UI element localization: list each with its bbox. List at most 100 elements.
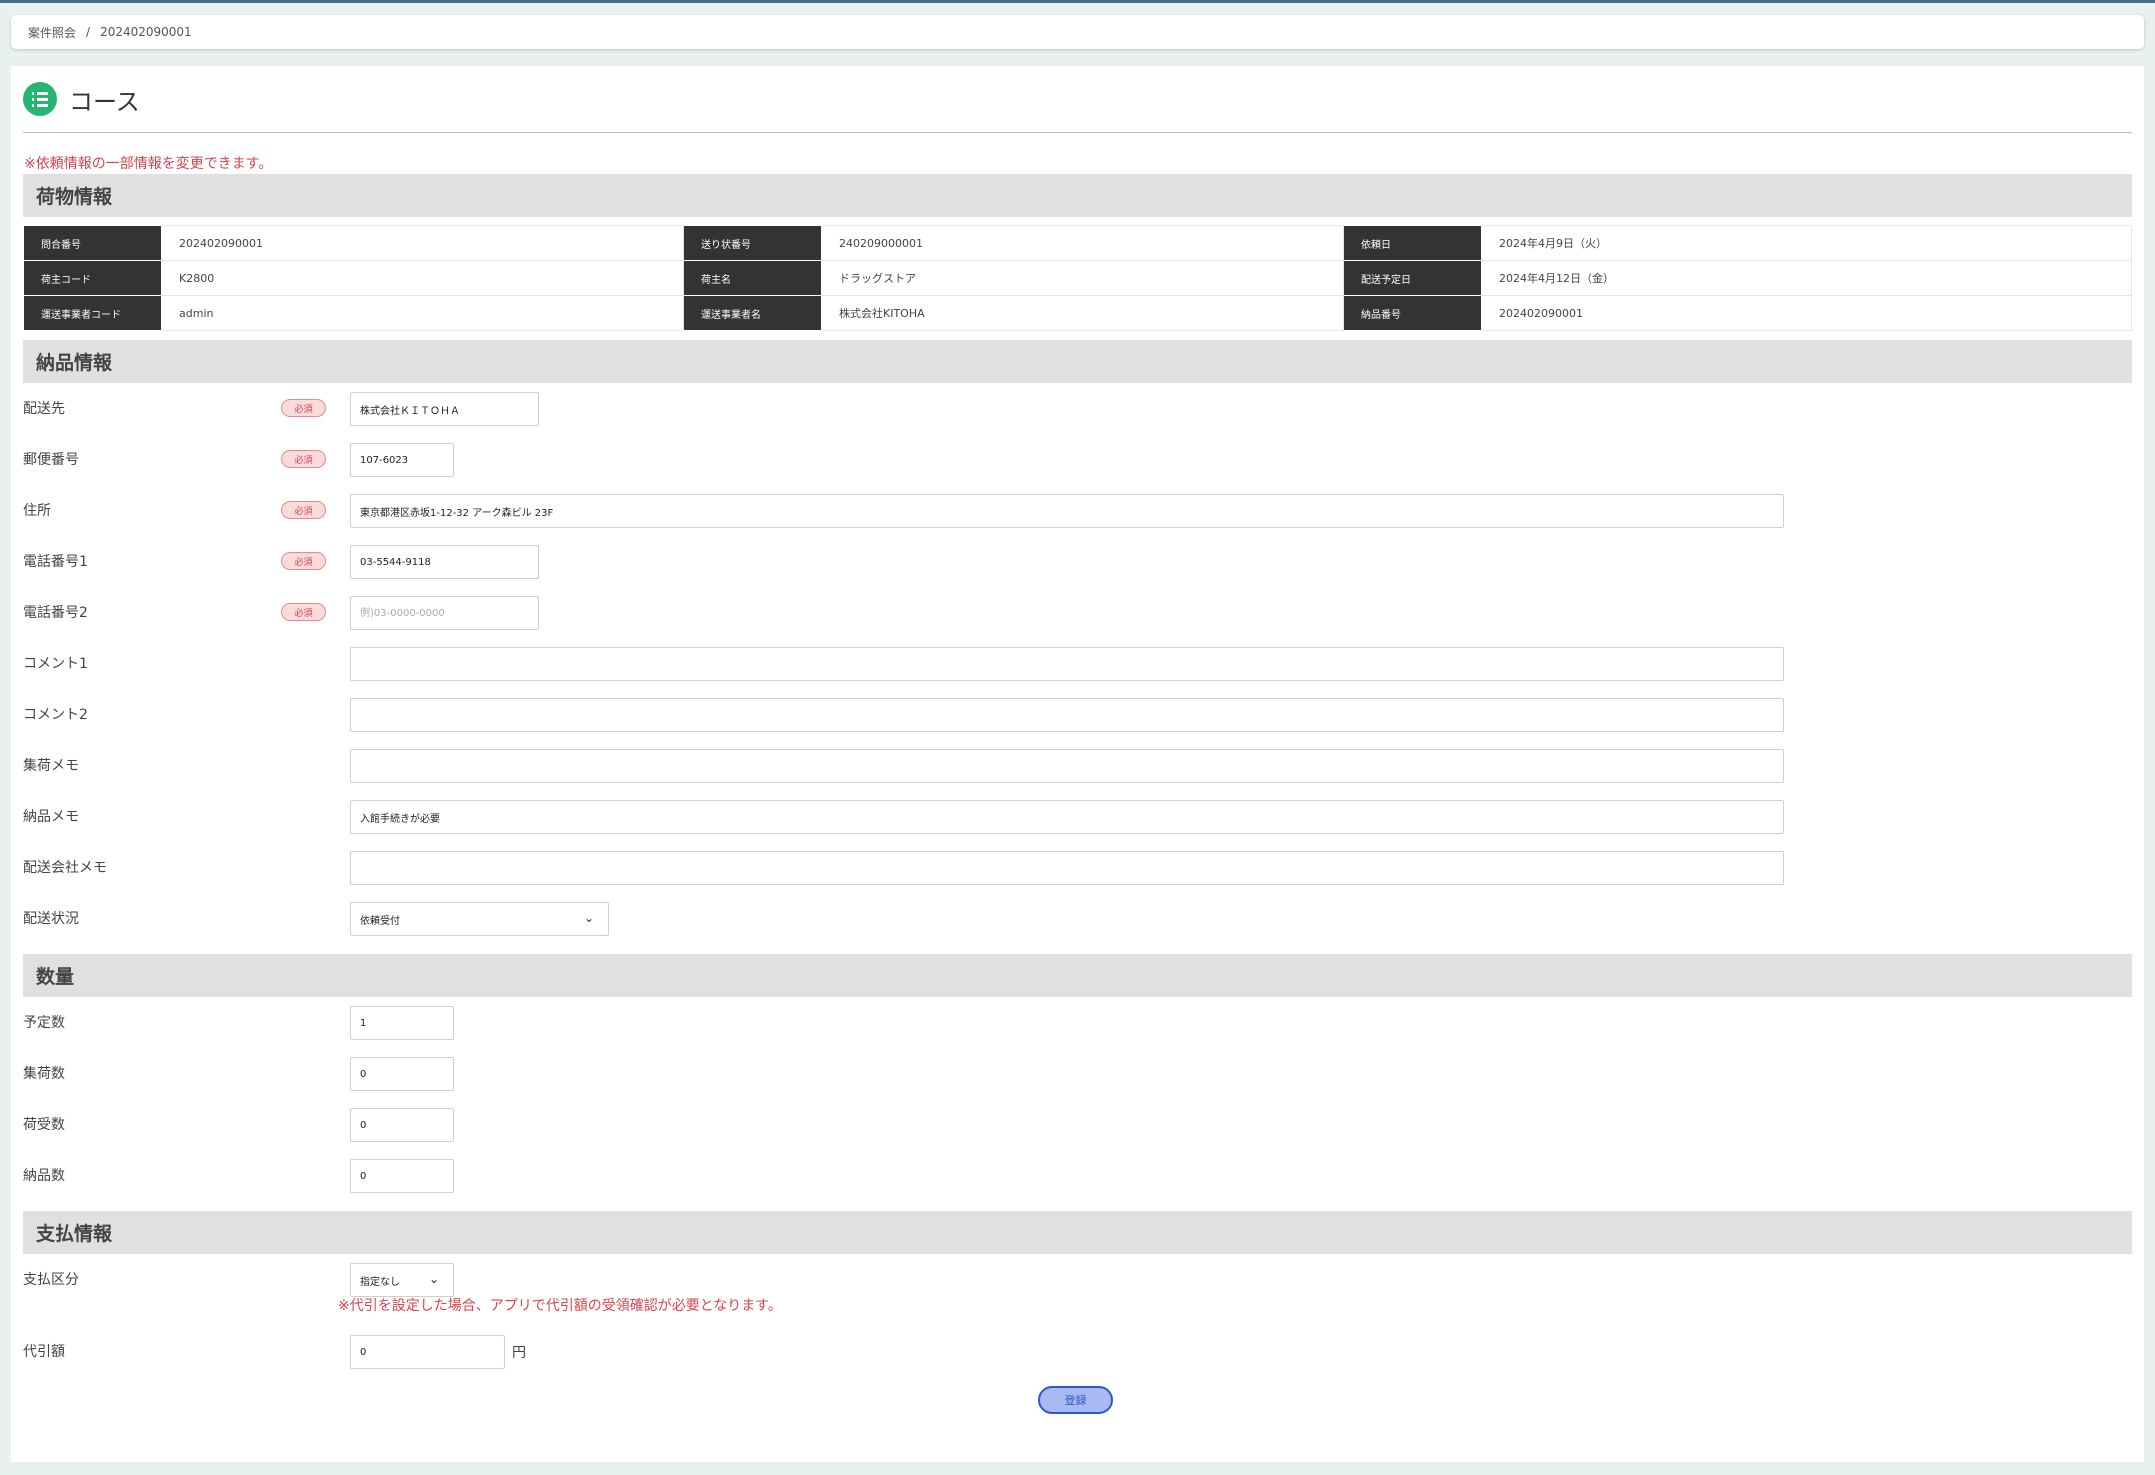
destination-input[interactable] — [350, 392, 539, 426]
cargo-info-table: 問合番号 202402090001 送り状番号 240209000001 依頼日… — [23, 225, 2132, 331]
pickup-memo-input[interactable] — [350, 749, 1784, 783]
field-label: 電話番号2 — [23, 605, 88, 621]
field-label: 配送先 — [23, 401, 65, 417]
list-icon — [23, 82, 57, 116]
edit-notice: ※依頼情報の一部情報を変更できます。 — [24, 156, 273, 172]
info-label: 配送予定日 — [1343, 260, 1482, 296]
table-row: 運送事業者コード admin 運送事業者名 株式会社KITOHA 納品番号 20… — [23, 295, 2132, 331]
form-row-phone2: 電話番号2 必須 — [23, 596, 2132, 630]
section-cargo-heading: 荷物情報 — [23, 174, 2132, 217]
chevron-down-icon: ⌄ — [584, 911, 595, 925]
form-row-company-memo: 配送会社メモ — [23, 851, 2132, 885]
phone1-input[interactable] — [350, 545, 539, 579]
section-quantity-heading: 数量 — [23, 954, 2132, 997]
info-value: K2800 — [161, 260, 684, 296]
cod-amount-input[interactable] — [350, 1335, 505, 1369]
form-row-postal: 郵便番号 必須 — [23, 443, 2132, 477]
page-header: コース — [23, 82, 140, 116]
field-label: 代引額 — [23, 1344, 65, 1360]
info-value: 202402090001 — [1481, 295, 2132, 331]
delivered-qty-input[interactable] — [350, 1159, 454, 1193]
comment1-input[interactable] — [350, 647, 1784, 681]
breadcrumb: 案件照会 / 202402090001 — [11, 15, 2144, 49]
field-label: 支払区分 — [23, 1272, 79, 1288]
info-value: 株式会社KITOHA — [821, 295, 1344, 331]
field-label: 住所 — [23, 503, 51, 519]
phone2-input[interactable] — [350, 596, 539, 630]
register-button[interactable]: 登録 — [1038, 1386, 1113, 1414]
required-badge: 必須 — [281, 450, 326, 468]
main-panel: コース ※依頼情報の一部情報を変更できます。 荷物情報 問合番号 2024020… — [11, 66, 2144, 1462]
form-row-collected: 集荷数 — [23, 1057, 2132, 1091]
top-accent-line — [0, 0, 2155, 3]
field-label: 電話番号1 — [23, 554, 88, 570]
cod-notice: ※代引を設定した場合、アプリで代引額の受領確認が必要となります。 — [338, 1298, 782, 1314]
field-label: 予定数 — [23, 1015, 65, 1031]
field-label: コメント1 — [23, 656, 88, 672]
info-value: admin — [161, 295, 684, 331]
required-badge: 必須 — [281, 603, 326, 621]
section-payment-heading: 支払情報 — [23, 1211, 2132, 1254]
info-label: 運送事業者コード — [23, 295, 162, 331]
table-row: 荷主コード K2800 荷主名 ドラッグストア 配送予定日 2024年4月12日… — [23, 260, 2132, 296]
postal-code-input[interactable] — [350, 443, 454, 477]
form-row-phone1: 電話番号1 必須 — [23, 545, 2132, 579]
received-qty-input[interactable] — [350, 1108, 454, 1142]
info-label: 送り状番号 — [683, 225, 822, 261]
info-label: 荷主名 — [683, 260, 822, 296]
form-row-payment-category: 支払区分 指定なし ⌄ — [23, 1263, 2132, 1297]
required-badge: 必須 — [281, 501, 326, 519]
field-label: 納品数 — [23, 1168, 65, 1184]
planned-qty-input[interactable] — [350, 1006, 454, 1040]
required-badge: 必須 — [281, 552, 326, 570]
breadcrumb-separator: / — [86, 25, 91, 39]
select-value: 依頼受付 — [360, 915, 400, 927]
field-label: 集荷数 — [23, 1066, 65, 1082]
delivery-status-select[interactable]: 依頼受付 ⌄ — [350, 902, 609, 936]
table-row: 問合番号 202402090001 送り状番号 240209000001 依頼日… — [23, 225, 2132, 261]
collected-qty-input[interactable] — [350, 1057, 454, 1091]
info-value: 2024年4月9日（火） — [1481, 225, 2132, 261]
form-row-delivered: 納品数 — [23, 1159, 2132, 1193]
form-row-comment2: コメント2 — [23, 698, 2132, 732]
payment-category-select[interactable]: 指定なし ⌄ — [350, 1263, 454, 1297]
currency-unit: 円 — [512, 1345, 526, 1361]
address-input[interactable] — [350, 494, 1784, 528]
field-label: 集荷メモ — [23, 758, 79, 774]
title-divider — [23, 132, 2132, 133]
form-row-status: 配送状況 依頼受付 ⌄ — [23, 902, 2132, 936]
form-row-delivery-memo: 納品メモ — [23, 800, 2132, 834]
form-row-received: 荷受数 — [23, 1108, 2132, 1142]
delivery-memo-input[interactable] — [350, 800, 1784, 834]
info-label: 問合番号 — [23, 225, 162, 261]
section-delivery-heading: 納品情報 — [23, 340, 2132, 383]
field-label: 納品メモ — [23, 809, 79, 825]
info-value: ドラッグストア — [821, 260, 1344, 296]
field-label: 荷受数 — [23, 1117, 65, 1133]
field-label: 配送状況 — [23, 911, 79, 927]
info-label: 運送事業者名 — [683, 295, 822, 331]
info-value: 2024年4月12日（金） — [1481, 260, 2132, 296]
breadcrumb-current: 202402090001 — [100, 25, 192, 39]
comment2-input[interactable] — [350, 698, 1784, 732]
info-label: 荷主コード — [23, 260, 162, 296]
required-badge: 必須 — [281, 399, 326, 417]
page-title: コース — [69, 87, 140, 116]
field-label: 郵便番号 — [23, 452, 79, 468]
select-value: 指定なし — [360, 1276, 400, 1288]
field-label: コメント2 — [23, 707, 88, 723]
form-row-cod: 代引額 円 — [23, 1335, 2132, 1369]
form-row-pickup-memo: 集荷メモ — [23, 749, 2132, 783]
breadcrumb-parent-link[interactable]: 案件照会 — [28, 24, 76, 41]
company-memo-input[interactable] — [350, 851, 1784, 885]
info-value: 240209000001 — [821, 225, 1344, 261]
info-label: 納品番号 — [1343, 295, 1482, 331]
info-value: 202402090001 — [161, 225, 684, 261]
form-row-planned: 予定数 — [23, 1006, 2132, 1040]
form-row-destination: 配送先 必須 — [23, 392, 2132, 426]
info-label: 依頼日 — [1343, 225, 1482, 261]
form-row-comment1: コメント1 — [23, 647, 2132, 681]
field-label: 配送会社メモ — [23, 860, 107, 876]
form-row-address: 住所 必須 — [23, 494, 2132, 528]
chevron-down-icon: ⌄ — [429, 1272, 440, 1286]
